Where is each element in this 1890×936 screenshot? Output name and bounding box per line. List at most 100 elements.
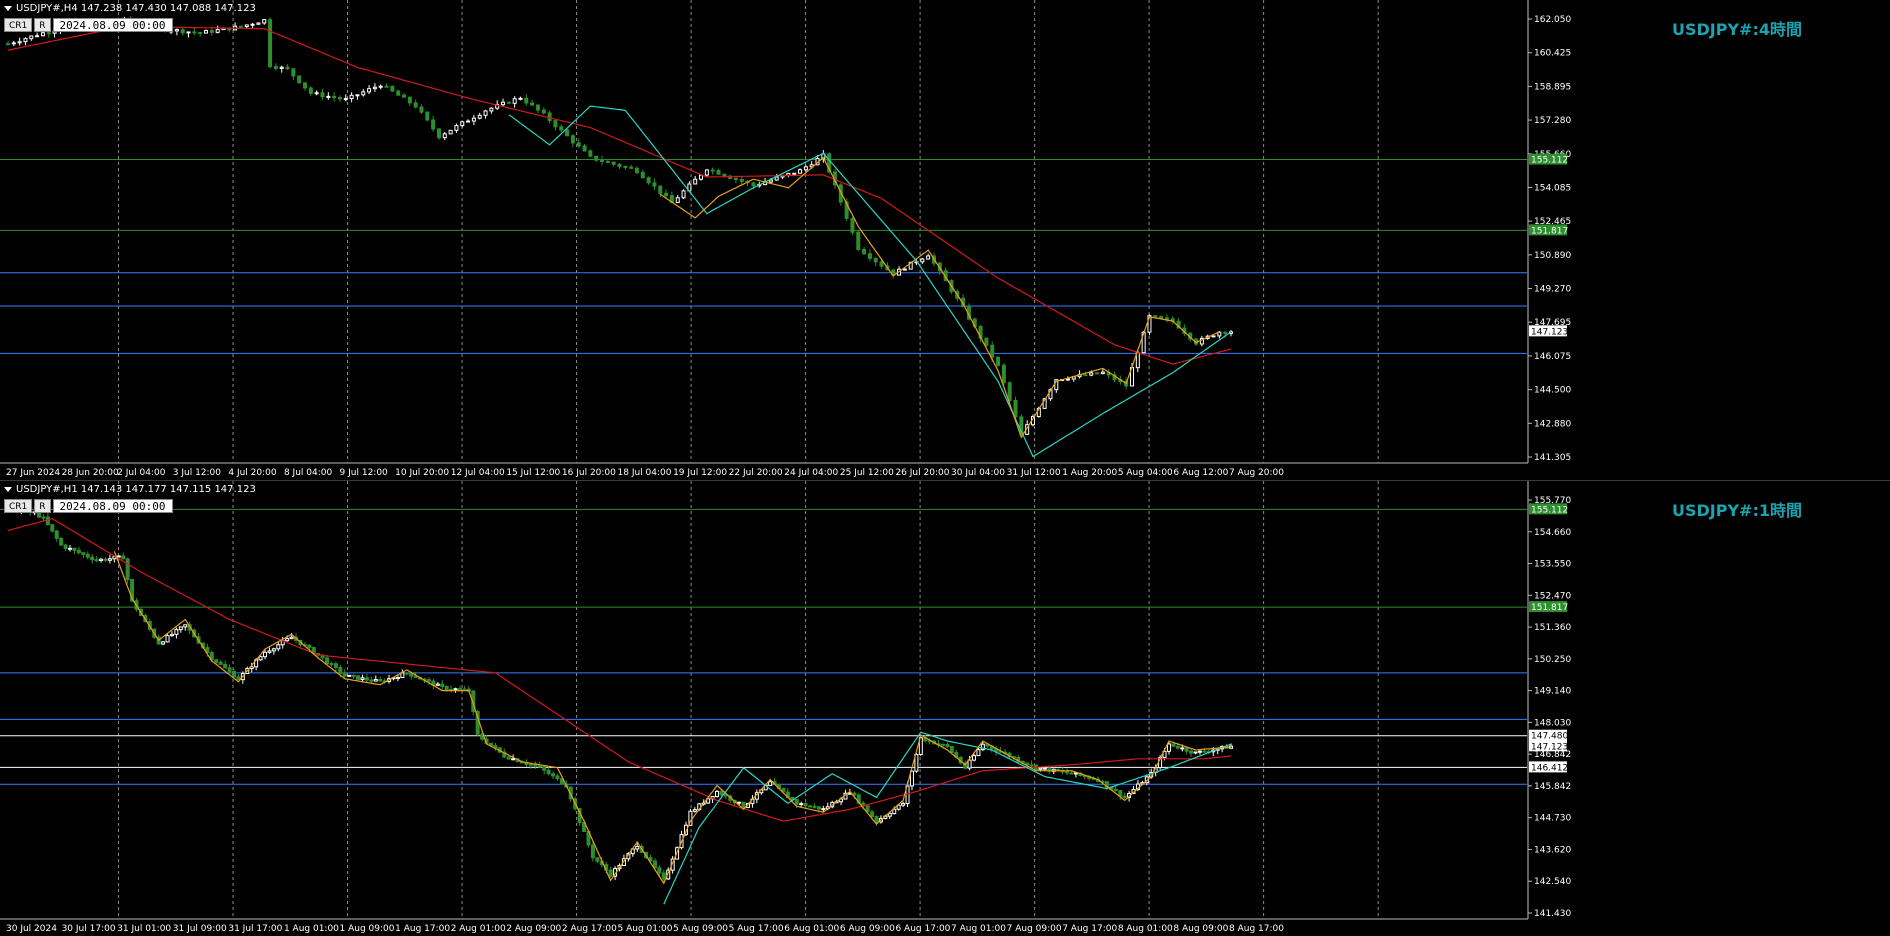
- candle-body: [1007, 382, 1012, 401]
- h4-time-label: 28 Jun 20:00: [62, 468, 119, 478]
- h1-header-text: USDJPY#,H1 147.143 147.177 147.115 147.1…: [16, 484, 256, 495]
- candle-body: [268, 19, 273, 68]
- candle-body: [611, 161, 616, 165]
- candle-body: [1153, 315, 1158, 318]
- h1-cr1-button[interactable]: CR1: [4, 499, 33, 513]
- h4-cr1-button[interactable]: CR1: [4, 18, 33, 32]
- candle-body: [984, 337, 989, 346]
- h4-chart-title: USDJPY#:4時間: [1671, 20, 1802, 39]
- candle-body: [218, 661, 223, 665]
- h4-price-label: 158.895: [1534, 82, 1571, 92]
- candle-body: [419, 106, 424, 113]
- candle-body: [629, 166, 634, 169]
- candle-body: [165, 635, 170, 643]
- candle-body: [714, 790, 719, 798]
- candle-body: [303, 82, 308, 89]
- candle-body: [289, 636, 294, 640]
- h1-time-label: 8 Aug 17:00: [1229, 924, 1284, 934]
- h1-ma-red-line[interactable]: [7, 517, 1232, 822]
- candle-body: [271, 648, 276, 652]
- candle-body: [547, 112, 552, 122]
- h4-date-field[interactable]: 2024.08.09 00:00: [52, 18, 173, 32]
- candle-body: [267, 650, 272, 653]
- candle-body: [816, 806, 821, 810]
- h1-r-button[interactable]: R: [34, 499, 51, 513]
- candle-body: [1135, 352, 1140, 369]
- candle-body: [996, 356, 1001, 366]
- candle-body: [1029, 764, 1034, 767]
- candle-body: [920, 258, 925, 263]
- h4-ma-cyan-line[interactable]: [508, 105, 1232, 458]
- h1-time-label: 1 Aug 09:00: [340, 924, 395, 934]
- collapse-triangle-icon[interactable]: [4, 486, 12, 492]
- candle-body: [63, 544, 68, 549]
- candle-body: [263, 651, 268, 658]
- h4-ma-red-line[interactable]: [7, 25, 1232, 365]
- candle-body: [1118, 790, 1123, 797]
- h4-zigzag-line[interactable]: [659, 156, 1220, 439]
- candle-body: [448, 129, 453, 135]
- candle-body: [792, 172, 797, 175]
- candle-body: [297, 75, 302, 84]
- h1-date-field[interactable]: 2024.08.09 00:00: [52, 499, 173, 513]
- h1-chart-window[interactable]: 155.770 154.660 153.550 152.470 151.360 150.2…: [0, 481, 1890, 936]
- candle-body: [1171, 743, 1176, 747]
- h1-time-label: 31 Jul 17:00: [228, 924, 282, 934]
- candle-body: [186, 31, 191, 34]
- candle-body: [41, 516, 46, 519]
- candle-body: [231, 670, 236, 678]
- h4-price-chart[interactable]: 162.050160.425158.895157.280155.660154.0…: [0, 0, 1890, 480]
- candle-body: [343, 98, 348, 101]
- h1-price-label: 148.030: [1534, 718, 1571, 728]
- h4-r-button[interactable]: R: [34, 18, 51, 32]
- h1-time-label: 5 Aug 01:00: [618, 924, 673, 934]
- h4-time-label: 12 Jul 04:00: [451, 468, 505, 478]
- h1-time-label: 7 Aug 09:00: [1007, 924, 1062, 934]
- h4-level-tag-text: 151.817: [1531, 226, 1568, 236]
- candle-body: [169, 633, 174, 637]
- h4-chart-header: USDJPY#,H4 147.238 147.430 147.088 147.1…: [4, 3, 256, 14]
- h1-zigzag-line[interactable]: [113, 550, 1232, 885]
- h4-time-label: 8 Jul 04:00: [284, 468, 333, 478]
- candle-body: [821, 808, 826, 811]
- h1-toolbar: CR1 R 2024.08.09 00:00: [4, 499, 173, 513]
- h4-time-label: 31 Jul 12:00: [1007, 468, 1061, 478]
- h1-price-label: 151.360: [1534, 623, 1571, 633]
- candle-body: [442, 133, 447, 139]
- h1-time-label: 2 Aug 01:00: [451, 924, 506, 934]
- candle-body: [453, 688, 458, 691]
- candle-body: [661, 872, 666, 880]
- candle-body: [489, 107, 494, 112]
- h1-level-tag-text: 155.112: [1531, 505, 1568, 515]
- candle-body: [477, 114, 482, 119]
- candle-body: [360, 677, 365, 680]
- candle-body: [11, 42, 16, 45]
- h4-price-label: 162.050: [1534, 15, 1571, 25]
- h4-time-label: 30 Jul 04:00: [951, 468, 1005, 478]
- candle-body: [902, 268, 907, 271]
- candle-body: [949, 745, 954, 753]
- candle-body: [369, 679, 374, 682]
- candle-body: [435, 683, 440, 686]
- candle-body: [326, 95, 331, 98]
- candle-body: [23, 38, 28, 43]
- candle-body: [407, 96, 412, 104]
- h1-time-label: 8 Aug 09:00: [1173, 924, 1228, 934]
- candle-body: [355, 94, 360, 97]
- candle-body: [378, 679, 383, 682]
- h1-ma-cyan-line[interactable]: [663, 731, 1232, 905]
- candle-body: [333, 663, 338, 668]
- candle-body: [692, 809, 697, 812]
- h4-chart-window[interactable]: 162.050160.425158.895157.280155.660154.0…: [0, 0, 1890, 481]
- h4-price-label: 154.085: [1534, 183, 1571, 193]
- h1-price-chart[interactable]: 155.770154.660153.550152.470151.360150.2…: [0, 481, 1890, 936]
- candle-body: [652, 860, 657, 869]
- h1-price-label: 145.842: [1534, 782, 1571, 792]
- candle-body: [675, 197, 680, 204]
- collapse-triangle-icon[interactable]: [4, 5, 12, 11]
- candle-body: [361, 91, 366, 96]
- candle-body: [862, 248, 867, 255]
- candle-body: [351, 674, 356, 677]
- candle-body: [6, 43, 10, 46]
- candle-body: [94, 559, 99, 562]
